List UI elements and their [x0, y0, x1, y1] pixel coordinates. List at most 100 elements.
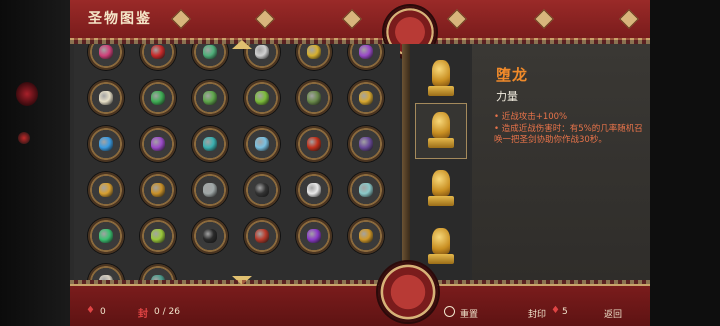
- gold-dragon-seal-icon: [428, 60, 454, 96]
- footer-bar: [70, 284, 650, 326]
- bottom-medallion-ornament: [378, 262, 438, 322]
- seal-base: [428, 86, 454, 96]
- reset-button-icon[interactable]: [444, 306, 455, 317]
- reset-button[interactable]: 重置: [460, 307, 478, 320]
- relic-slot[interactable]: [192, 126, 228, 162]
- relic-slot[interactable]: [348, 172, 384, 208]
- pink-flower-icon: [99, 45, 113, 59]
- relic-slot[interactable]: [140, 264, 176, 280]
- relic-slot[interactable]: [348, 126, 384, 162]
- red-sword-icon: [151, 45, 165, 59]
- relic-name: 堕龙: [496, 66, 529, 84]
- relic-slot[interactable]: [88, 44, 124, 70]
- gold-dragon-seal-icon: [428, 112, 454, 148]
- relic-slot[interactable]: [88, 80, 124, 116]
- relic-slot[interactable]: [140, 126, 176, 162]
- relic-slot[interactable]: [296, 44, 332, 70]
- gold-bell-icon: [99, 183, 113, 197]
- relic-effect-line: • 近战攻击+100%: [494, 112, 568, 122]
- relic-slot[interactable]: [88, 264, 124, 280]
- relic-slot[interactable]: [140, 172, 176, 208]
- blue-crystal-shard-icon: [255, 137, 269, 151]
- relic-variant-list: [410, 44, 470, 280]
- blue-flower-icon: [99, 137, 113, 151]
- relic-slot[interactable]: [88, 172, 124, 208]
- relic-slot[interactable]: [88, 126, 124, 162]
- relic-category: 力量: [496, 90, 518, 103]
- gold-dragon-seal-icon: [428, 228, 454, 264]
- seal-base: [428, 196, 454, 206]
- gold-scroll-icon: [359, 91, 373, 105]
- red-spear-icon: [255, 229, 269, 243]
- relic-slot[interactable]: [348, 218, 384, 254]
- relic-detail-panel: 堕龙 力量 • 近战攻击+100% • 造成近战伤害时：有5%的几率随机召唤一把…: [472, 44, 650, 280]
- red-crystal-icon: ♦: [551, 305, 560, 316]
- relic-effect-line: • 造成近战伤害时：有5%的几率随机召唤一把圣剑协助你作战30秒。: [494, 124, 643, 145]
- relic-slot[interactable]: [140, 80, 176, 116]
- teal-hook-icon: [203, 137, 217, 151]
- green-arrow-icon: [203, 45, 217, 59]
- panel-divider: [402, 44, 410, 280]
- green-bead-chain-icon: [203, 91, 217, 105]
- green-gourd-icon: [255, 91, 269, 105]
- purple-crystal-icon: [359, 45, 373, 59]
- back-button[interactable]: 返回: [604, 307, 622, 320]
- left-background: [0, 0, 72, 326]
- relic-slot[interactable]: [140, 218, 176, 254]
- seal-button[interactable]: 封印: [528, 307, 546, 320]
- scroll-up-icon[interactable]: [232, 40, 252, 49]
- relic-slot[interactable]: [296, 126, 332, 162]
- relic-slot[interactable]: [348, 44, 384, 70]
- green-jade-icon: [99, 229, 113, 243]
- relic-grid[interactable]: [74, 44, 400, 280]
- seal-icon: 封: [138, 309, 148, 320]
- relic-slot[interactable]: [192, 80, 228, 116]
- relic-slot[interactable]: [296, 218, 332, 254]
- relic-slot[interactable]: [192, 218, 228, 254]
- seal-base: [428, 138, 454, 148]
- relic-slot[interactable]: [244, 172, 280, 208]
- white-cloud-icon: [307, 183, 321, 197]
- purple-rod-icon: [359, 137, 373, 151]
- red-crystal-icon: ♦: [86, 305, 95, 316]
- currency-count: 0: [100, 307, 106, 317]
- red-ant-icon: [307, 137, 321, 151]
- relic-slot[interactable]: [140, 44, 176, 70]
- relic-slot[interactable]: [244, 126, 280, 162]
- relic-slot[interactable]: [244, 80, 280, 116]
- relic-variant-item[interactable]: [416, 52, 466, 106]
- black-bomb-icon: [203, 229, 217, 243]
- red-glow-icon: [18, 132, 30, 144]
- seal-cost: 5: [562, 307, 568, 317]
- purple-butterfly-icon: [307, 229, 321, 243]
- page-title: 圣物图鉴: [88, 11, 152, 27]
- black-bow-icon: [255, 183, 269, 197]
- seal-head: [432, 170, 450, 196]
- seal-progress: 0 / 26: [154, 307, 180, 317]
- relic-slot[interactable]: [244, 218, 280, 254]
- relic-slot[interactable]: [296, 172, 332, 208]
- gold-lion-statue-icon: [151, 183, 165, 197]
- relic-slot[interactable]: [348, 80, 384, 116]
- relic-slot[interactable]: [192, 172, 228, 208]
- green-orb-icon: [151, 91, 165, 105]
- white-claw-icon: [255, 45, 269, 59]
- black-bead-string-icon: [203, 183, 217, 197]
- relic-slot[interactable]: [88, 218, 124, 254]
- seal-base: [428, 254, 454, 264]
- relic-variant-item[interactable]: [416, 162, 466, 216]
- green-book-icon: [307, 91, 321, 105]
- purple-flask-icon: [151, 137, 165, 151]
- teal-card-icon: [359, 183, 373, 197]
- green-gem-cluster-icon: [151, 229, 165, 243]
- seal-head: [432, 228, 450, 254]
- seal-head: [432, 112, 450, 138]
- red-glow-icon: [16, 82, 38, 106]
- relic-slot[interactable]: [296, 80, 332, 116]
- gold-dragon-seal-icon: [428, 170, 454, 206]
- seal-head: [432, 60, 450, 86]
- relic-slot[interactable]: [192, 44, 228, 70]
- yellow-spider-icon: [307, 45, 321, 59]
- yin-yang-charm-icon: [99, 91, 113, 105]
- relic-variant-item[interactable]: [415, 103, 467, 159]
